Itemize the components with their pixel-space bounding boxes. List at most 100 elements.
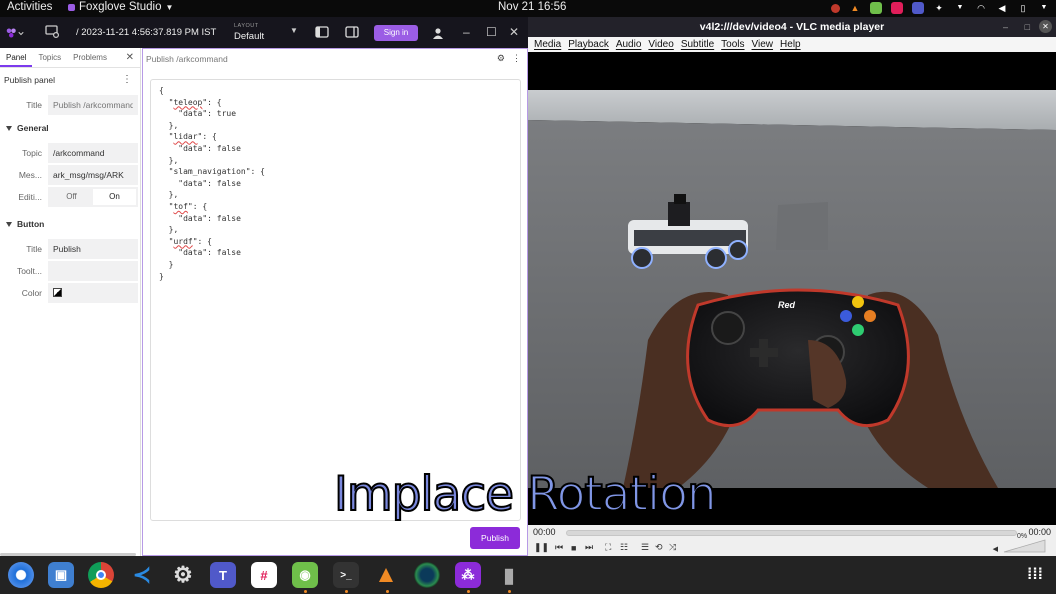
minimize-icon[interactable]: – xyxy=(1003,17,1008,37)
video-frame[interactable]: Red xyxy=(528,90,1056,488)
terminal-icon[interactable]: >_ xyxy=(333,562,359,588)
slack-tray-icon[interactable] xyxy=(891,2,903,14)
android-studio-icon[interactable]: ◉ xyxy=(292,562,318,588)
vlc-window-title: v4l2:///dev/video4 - VLC media player xyxy=(699,21,885,33)
editor-line: "teleop": { xyxy=(159,97,222,107)
menu-media[interactable]: Media xyxy=(534,37,561,52)
button-title-field[interactable]: Publish xyxy=(48,239,138,259)
foxglove-studio-icon[interactable]: ⁂ xyxy=(455,562,481,588)
playback-timestamp[interactable]: / 2023-11-21 4:56:37.819 PM IST xyxy=(76,27,216,38)
maximize-icon[interactable]: ☐ xyxy=(486,25,497,39)
maximize-icon[interactable]: □ xyxy=(1025,17,1030,37)
layout-select[interactable]: Default xyxy=(234,31,264,42)
tab-topics[interactable]: Topics xyxy=(32,48,67,67)
settings-gear-icon[interactable]: ⚙ xyxy=(170,562,196,588)
stop-icon[interactable]: ■ xyxy=(571,542,576,553)
system-tray: ▲ ✦ ▼ ◠ ◀ ▯ ▼ xyxy=(831,2,1050,14)
shuffle-icon[interactable]: ⤨ xyxy=(669,542,676,553)
menu-view[interactable]: View xyxy=(752,37,774,52)
screen: Activities Foxglove Studio ▼ Nov 21 16:5… xyxy=(0,0,1056,594)
camera-feed-image: Red xyxy=(528,90,1056,488)
button-section-header[interactable]: Button xyxy=(0,219,140,229)
menu-help[interactable]: Help xyxy=(780,37,801,52)
menu-tools[interactable]: Tools xyxy=(721,37,744,52)
chevron-down-icon[interactable]: ▼ xyxy=(290,26,298,35)
playlist-icon[interactable]: ☰ xyxy=(641,542,649,553)
wifi-icon[interactable]: ◠ xyxy=(975,2,987,14)
chevron-down-icon[interactable]: ▼ xyxy=(954,2,966,14)
foxglove-logo-icon[interactable] xyxy=(6,25,24,41)
tooltip-field[interactable] xyxy=(48,261,138,281)
tab-problems[interactable]: Problems xyxy=(67,48,113,67)
teams-tray-icon[interactable] xyxy=(912,2,924,14)
vlc-title-bar: v4l2:///dev/video4 - VLC media player – … xyxy=(528,17,1056,37)
close-icon[interactable]: ✕ xyxy=(509,25,519,39)
vlc-tray-icon[interactable]: ▲ xyxy=(849,2,861,14)
clock[interactable]: Nov 21 16:56 xyxy=(498,1,566,13)
title-input[interactable] xyxy=(48,95,138,115)
power-menu-icon[interactable]: ▼ xyxy=(1038,2,1050,14)
more-options-icon[interactable]: ⋮ xyxy=(122,74,132,85)
close-icon[interactable]: ✕ xyxy=(1039,20,1052,33)
publish-button[interactable]: Publish xyxy=(470,527,520,549)
fullscreen-icon[interactable]: ⛶ xyxy=(605,542,611,553)
more-options-icon[interactable]: ⋮ xyxy=(512,53,521,64)
tab-panel[interactable]: Panel xyxy=(0,48,33,67)
settings-gear-icon[interactable]: ⚙ xyxy=(497,53,505,64)
data-source-icon[interactable] xyxy=(44,23,60,39)
vlc-icon[interactable]: ▲ xyxy=(373,561,399,588)
message-schema-field[interactable]: ark_msg/msg/ARK xyxy=(48,165,138,185)
usb-drive-icon[interactable]: ▮ xyxy=(496,562,522,588)
chromium-icon[interactable] xyxy=(8,562,34,588)
extended-settings-icon[interactable]: ☷ xyxy=(620,542,628,553)
app-menu[interactable]: Foxglove Studio ▼ xyxy=(68,1,173,13)
volume-icon[interactable]: ◀ xyxy=(996,2,1008,14)
menu-subtitle[interactable]: Subtitle xyxy=(681,37,714,52)
camera-app-icon[interactable] xyxy=(414,562,440,588)
pause-icon[interactable]: ❚❚ xyxy=(534,542,549,553)
previous-icon[interactable]: ⏮ xyxy=(555,542,563,553)
activities-button[interactable]: Activities xyxy=(7,1,52,13)
color-swatch[interactable] xyxy=(53,288,62,297)
loop-icon[interactable]: ⟲ xyxy=(655,542,663,553)
teams-icon[interactable]: T xyxy=(210,562,236,588)
right-sidebar-toggle-icon[interactable] xyxy=(345,26,359,38)
foxglove-toolbar: / 2023-11-21 4:56:37.819 PM IST LAYOUT D… xyxy=(0,17,528,48)
left-sidebar-toggle-icon[interactable] xyxy=(315,26,329,38)
minimize-icon[interactable]: – xyxy=(463,25,470,39)
battery-icon[interactable]: ▯ xyxy=(1017,2,1029,14)
editor-line: { xyxy=(159,86,164,95)
general-section-header[interactable]: General xyxy=(0,123,140,133)
seek-slider[interactable] xyxy=(566,530,1017,536)
record-icon[interactable] xyxy=(831,3,840,13)
editing-mode-label: Editi... xyxy=(18,192,42,202)
color-row: Color xyxy=(0,283,140,303)
accessibility-icon[interactable]: ✦ xyxy=(933,2,945,14)
topic-field[interactable]: /arkcommand xyxy=(48,143,138,163)
chrome-icon[interactable] xyxy=(88,562,114,588)
json-message-editor[interactable]: { "teleop": { "data": true }, "lidar": {… xyxy=(150,79,521,521)
screenshot-tool-icon[interactable]: ▣ xyxy=(48,562,74,588)
chevron-down-icon xyxy=(6,222,12,227)
color-field[interactable] xyxy=(48,283,138,303)
menu-playback[interactable]: Playback xyxy=(568,37,609,52)
editing-off-option[interactable]: Off xyxy=(50,189,93,205)
editing-on-option[interactable]: On xyxy=(93,189,136,205)
next-icon[interactable]: ⏭ xyxy=(585,542,593,553)
volume-slider[interactable]: 0% xyxy=(1001,533,1046,553)
menu-audio[interactable]: Audio xyxy=(616,37,642,52)
android-tray-icon[interactable] xyxy=(870,2,882,14)
panel-title: Publish /arkcommand xyxy=(146,54,228,64)
mute-icon[interactable]: ◀ xyxy=(993,543,998,554)
menu-video[interactable]: Video xyxy=(648,37,673,52)
slack-icon[interactable]: # xyxy=(251,562,277,588)
app-grid-icon[interactable]: ⁞⁞⁞ xyxy=(1022,562,1048,588)
sign-in-button[interactable]: Sign in xyxy=(374,25,418,41)
close-icon[interactable]: ✕ xyxy=(126,52,134,63)
user-avatar-icon[interactable] xyxy=(429,25,447,41)
layout-label: LAYOUT xyxy=(234,23,259,29)
vscode-icon[interactable]: ≺ xyxy=(129,562,155,588)
message-schema-label: Mes... xyxy=(18,170,42,180)
chevron-down-icon: ▼ xyxy=(165,2,174,12)
running-indicator xyxy=(345,590,348,593)
